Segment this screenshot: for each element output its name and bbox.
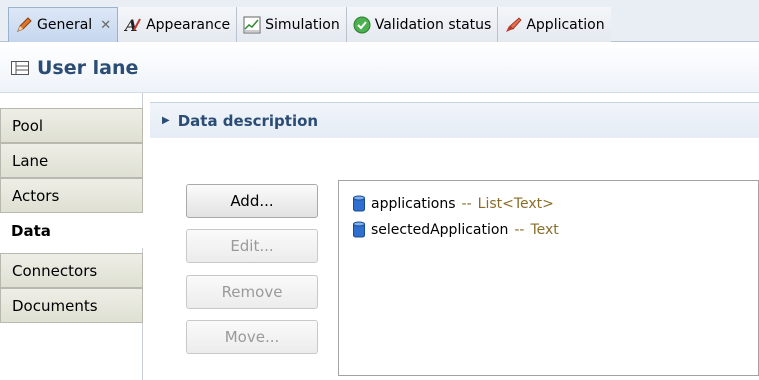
tab-application[interactable]: Application (498, 7, 611, 42)
editor-tab-strip: General ✕ A Appearance Simulation Valida… (0, 0, 759, 42)
lane-icon (11, 60, 29, 75)
tab-general[interactable]: General ✕ (8, 7, 119, 42)
sidebar-item-data[interactable]: Data (0, 213, 143, 248)
data-name: selectedApplication (371, 222, 509, 238)
tab-appearance[interactable]: A Appearance (118, 7, 238, 42)
tab-appearance-label: Appearance (146, 16, 231, 33)
tab-validation-status[interactable]: Validation status (346, 7, 499, 42)
add-button[interactable]: Add... (186, 184, 318, 218)
database-icon (353, 195, 365, 212)
sidebar-item-pool[interactable]: Pool (0, 108, 143, 143)
close-icon[interactable]: ✕ (100, 18, 111, 33)
remove-button[interactable]: Remove (186, 275, 318, 309)
sidebar-item-actors[interactable]: Actors (0, 178, 143, 213)
brush-icon (506, 16, 522, 32)
sidebar-item-lane[interactable]: Lane (0, 143, 143, 178)
edit-button[interactable]: Edit... (186, 229, 318, 263)
data-type: Text (530, 222, 559, 238)
type-separator: -- (514, 222, 525, 238)
tab-simulation-label: Simulation (265, 16, 340, 33)
page-title: User lane (37, 56, 139, 79)
list-item[interactable]: applications -- List<Text> (353, 191, 758, 217)
expand-caret-icon: ▶ (162, 115, 170, 126)
properties-sidebar: Pool Lane Actors Data Connectors Documen… (0, 93, 143, 380)
svg-text:A: A (124, 16, 137, 34)
tab-application-label: Application (526, 16, 605, 33)
data-type: List<Text> (477, 196, 554, 212)
tab-validation-status-label: Validation status (374, 16, 492, 33)
appearance-icon: A (124, 16, 141, 34)
sidebar-item-connectors[interactable]: Connectors (0, 253, 143, 288)
check-circle-icon (353, 16, 371, 33)
database-icon (353, 221, 365, 238)
data-list[interactable]: applications -- List<Text> selectedAppli… (338, 180, 759, 376)
pencil-icon (17, 17, 32, 32)
list-item[interactable]: selectedApplication -- Text (353, 217, 758, 243)
section-title: Data description (177, 111, 319, 130)
data-description-section[interactable]: ▶ Data description (150, 102, 759, 138)
type-separator: -- (461, 196, 472, 212)
tab-general-label: General (37, 17, 93, 33)
tab-simulation[interactable]: Simulation (237, 7, 347, 42)
sidebar-item-documents[interactable]: Documents (0, 288, 143, 323)
properties-header: User lane (0, 43, 759, 93)
move-button[interactable]: Move... (186, 320, 318, 354)
chart-icon (243, 16, 261, 33)
data-name: applications (371, 196, 456, 212)
